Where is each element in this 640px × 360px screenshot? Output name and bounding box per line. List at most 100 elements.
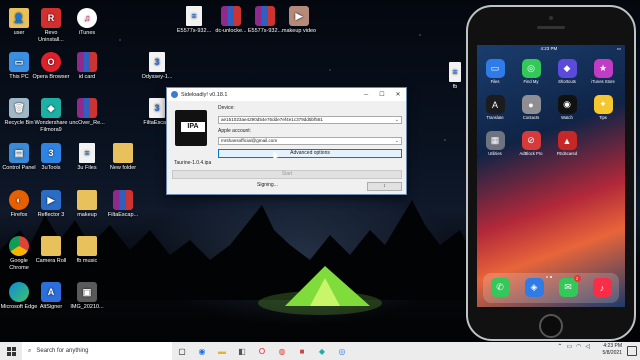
dock-messages[interactable]: ✉ 2	[554, 275, 582, 298]
app-utilities[interactable]: ▦ Utilities	[481, 131, 509, 156]
device-label: Device:	[218, 105, 235, 111]
desktop-icon-dc-unlocker[interactable]: dc-unlocke...	[212, 6, 250, 35]
network-icon[interactable]: ◠	[576, 343, 581, 350]
ios-time: 4:23 PM	[540, 46, 558, 51]
advanced-options-button[interactable]: Advanced options	[218, 149, 402, 158]
document-icon: 3	[149, 98, 165, 118]
ios-status-bar: 4:23 PM ▭	[477, 45, 625, 53]
battery-tray-icon[interactable]: ▭	[566, 343, 572, 350]
media-taskbar-icon[interactable]: ■	[292, 342, 312, 360]
desktop-icon-e5577s-rar[interactable]: E5577s-932...	[246, 6, 284, 35]
itunes-store-icon: ★	[593, 59, 613, 78]
desktop-icon-img[interactable]: ▣ IMG_20210...	[68, 282, 106, 311]
home-button[interactable]	[539, 314, 563, 338]
maximize-icon[interactable]: ☐	[374, 91, 390, 98]
contacts-icon: ●	[521, 95, 541, 114]
task-view-icon[interactable]: ▢	[172, 342, 192, 360]
edge-icon	[9, 282, 29, 302]
iphone-mirror: 4:23 PM ▭ ▭ Files ◎ Find My ◆ Shortcuts …	[466, 5, 636, 341]
taskbar: ⌕ Search for anything ▢ ◉ ▬ ◧ O ◍ ■ ◆ ◎ …	[0, 342, 640, 360]
app-translate[interactable]: A Translate	[481, 95, 509, 120]
filmora-taskbar-icon[interactable]: ◆	[312, 342, 332, 360]
dock-safari[interactable]: ◈	[520, 278, 548, 298]
music-icon: ♪	[592, 278, 612, 297]
app-adblock-pro[interactable]: ⊘ AdBlock Pro	[517, 131, 545, 156]
altsigner-icon: A	[41, 282, 61, 302]
edge-taskbar-icon[interactable]: ◉	[192, 342, 212, 360]
dock-music[interactable]: ♪	[588, 278, 616, 298]
desktop-icon-makeup[interactable]: makeup	[68, 190, 106, 219]
desktop-icon-revo[interactable]: R Revo Uninstall...	[32, 8, 70, 43]
opera-taskbar-icon[interactable]: O	[252, 342, 272, 360]
desktop-icon-altsigner[interactable]: A AltSigner	[32, 282, 70, 311]
minimize-icon[interactable]: ─	[358, 92, 374, 98]
sideloadly-taskbar-icon[interactable]: ◎	[332, 342, 352, 360]
desktop-icon-uncover[interactable]: uncOver_Re...	[68, 98, 106, 127]
close-icon[interactable]: ✕	[390, 91, 406, 98]
rar-archive-icon	[77, 98, 97, 118]
notifications-icon[interactable]	[627, 346, 637, 356]
video-file-icon: ▶	[289, 6, 309, 26]
window-title: Sideloadly! v0.18.1	[181, 91, 228, 98]
app-contacts[interactable]: ● Contacts	[517, 95, 545, 120]
taskbar-search[interactable]: ⌕ Search for anything	[22, 342, 172, 360]
desktop-icon-odyssey[interactable]: 3 Odyssey-1...	[138, 52, 176, 81]
folder-icon	[113, 143, 133, 163]
device-select[interactable]: ae151023ae4290d54e76dde7ef4e1c379dd5bf58…	[218, 116, 402, 124]
3utools-icon: 3	[41, 143, 61, 163]
desktop-icon-makeup-video[interactable]: ▶ makeup video	[280, 6, 318, 35]
desktop-icon-fb[interactable]: ≡ fb	[444, 62, 466, 91]
chevron-down-icon: ⌄	[394, 138, 399, 144]
dock-phone[interactable]: ✆	[486, 278, 514, 298]
app-find-my[interactable]: ◎ Find My	[517, 59, 545, 84]
chrome-taskbar-icon[interactable]: ◍	[272, 342, 292, 360]
store-icon[interactable]: ◧	[232, 342, 252, 360]
desktop-icon-e5577s-doc[interactable]: ≡ E5577s-932...	[175, 6, 213, 35]
camera-roll-folder-icon	[41, 236, 61, 256]
folder-icon	[77, 236, 97, 256]
desktop-icon-filtaescape[interactable]: FiltaEscap...	[104, 190, 142, 219]
apple-account-value: mrshansofficial@gmail.com	[221, 138, 278, 143]
user-folder-icon: 👤	[9, 8, 29, 28]
phone-icon: ✆	[490, 278, 510, 297]
volume-icon[interactable]: ◁	[585, 343, 590, 350]
desktop-icon-fb-music[interactable]: fb music	[68, 236, 106, 265]
rar-archive-icon	[221, 6, 241, 26]
start-menu-button[interactable]	[0, 342, 22, 360]
ios-dock: ✆ ◈ ✉ 2 ♪	[483, 273, 619, 303]
desktop-icon-3utools[interactable]: 3 3uTools	[32, 143, 70, 172]
desktop-icon-new-folder[interactable]: New folder	[104, 143, 142, 172]
front-camera-icon	[549, 16, 553, 20]
watch-icon: ◉	[557, 95, 577, 114]
chevron-up-icon[interactable]: ⌃	[557, 343, 562, 350]
desktop-icon-itunes[interactable]: ♫ iTunes	[68, 8, 106, 37]
window-titlebar[interactable]: Sideloadly! v0.18.1 ─ ☐ ✕	[167, 88, 406, 101]
app-files[interactable]: ▭ Files	[481, 59, 509, 84]
find-my-icon: ◎	[521, 59, 541, 78]
file-explorer-icon[interactable]: ▬	[212, 342, 232, 360]
translate-icon: A	[485, 95, 505, 114]
document-icon: 3	[149, 52, 165, 72]
log-toggle-button[interactable]: ↕	[367, 182, 402, 191]
app-itunes-store[interactable]: ★ iTunes Store	[589, 59, 617, 84]
utilities-folder-icon: ▦	[485, 131, 505, 150]
chrome-icon	[9, 236, 29, 256]
desktop-icon-3u-files[interactable]: ≡ 3u Files	[68, 143, 106, 172]
app-watch[interactable]: ◉ Watch	[553, 95, 581, 120]
files-icon: ▭	[485, 59, 505, 78]
app-tips[interactable]: ✦ Tips	[589, 95, 617, 120]
desktop-icon-camera-roll[interactable]: Camera Roll	[32, 236, 70, 265]
desktop-icon-filmora[interactable]: ◆ Wondershare Filmora9	[32, 98, 70, 133]
ipa-drop-icon[interactable]: IPA	[175, 110, 207, 146]
start-button[interactable]: Start	[172, 170, 402, 179]
desktop-icon-opera[interactable]: O Opera Browser	[32, 52, 70, 81]
this-pc-icon: ▭	[9, 52, 29, 72]
desktop-icon-reflector[interactable]: ▶ Reflector 3	[32, 190, 70, 219]
desktop-icon-id-card[interactable]: id card	[68, 52, 106, 81]
messages-icon: ✉ 2	[558, 275, 581, 297]
app-shortcuts[interactable]: ◆ Shortcuts	[553, 59, 581, 84]
apple-account-select[interactable]: mrshansofficial@gmail.com ⌄	[218, 137, 402, 145]
taskbar-clock[interactable]: 4:23 PM 5/8/2021	[603, 343, 622, 357]
sideloadly-window[interactable]: Sideloadly! v0.18.1 ─ ☐ ✕ IPA Device: ae…	[166, 87, 407, 195]
app-fedscared[interactable]: ▲ FEdscared	[553, 131, 581, 156]
